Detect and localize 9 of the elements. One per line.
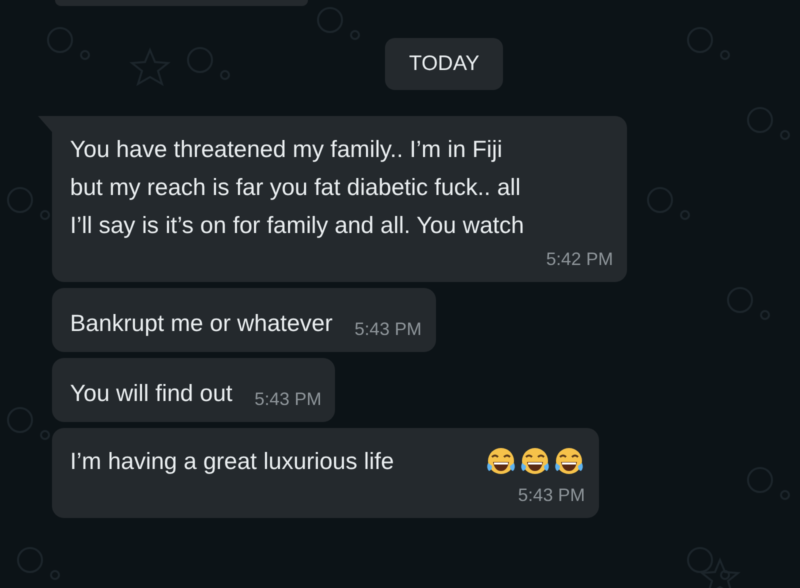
message-time: 5:43 PM: [254, 388, 322, 411]
message-text: I’m having a great luxurious life: [70, 447, 395, 476]
message-text: You have threatened my family.. I’m in Fiji but my reach is far you fat diabetic fuck.. all I’ll say is it’s on for family and all. You watch: [70, 135, 526, 240]
message-time: 5:43 PM: [516, 484, 585, 507]
message-text: You will find out: [70, 379, 232, 408]
message-time: 5:43 PM: [354, 318, 422, 341]
date-chip: TODAY: [385, 38, 504, 90]
message-time: 5:42 PM: [545, 248, 614, 271]
message-text: Bankrupt me or whatever: [70, 309, 333, 338]
